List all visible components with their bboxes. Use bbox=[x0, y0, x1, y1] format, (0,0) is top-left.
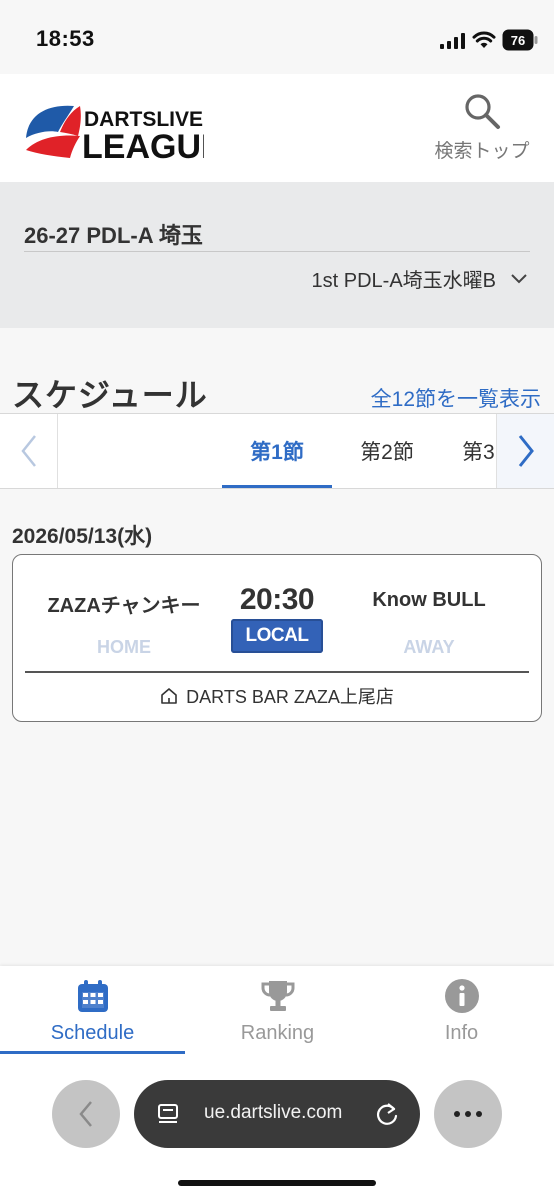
battery-icon: 76 bbox=[502, 29, 538, 51]
site-header: DARTSLIVE LEAGUE 検索トップ bbox=[0, 74, 554, 182]
wifi-icon bbox=[472, 31, 496, 48]
chevron-right-icon bbox=[518, 435, 534, 467]
nav-info[interactable]: Info bbox=[369, 966, 554, 1054]
division-select[interactable]: 1st PDL-A埼玉水曜B bbox=[312, 264, 528, 293]
nav-info-label: Info bbox=[444, 1022, 479, 1044]
match-card[interactable]: ZAZAチャンキー 20:30 Know BULL LOCAL HOME AWA… bbox=[12, 554, 542, 722]
nav-ranking-label: Ranking bbox=[240, 1022, 315, 1044]
trophy-icon bbox=[261, 981, 294, 1011]
battery-level: 76 bbox=[511, 33, 525, 48]
home-indicator bbox=[178, 1180, 376, 1186]
division-select-value: 1st PDL-A埼玉水曜B bbox=[311, 270, 496, 292]
match-time: 20:30 bbox=[239, 583, 315, 616]
tabs-prev-button[interactable] bbox=[0, 414, 58, 488]
local-badge: LOCAL bbox=[231, 619, 323, 653]
tab-week-3[interactable]: 第3 bbox=[462, 414, 496, 488]
chevron-down-icon bbox=[511, 273, 527, 283]
reload-icon[interactable] bbox=[374, 1101, 400, 1127]
show-all-weeks-link[interactable]: 全12節を一覧表示 bbox=[371, 383, 541, 413]
away-team-name: Know BULL bbox=[372, 589, 486, 611]
search-top-button[interactable]: 検索トップ bbox=[424, 92, 540, 168]
chevron-left-icon bbox=[20, 435, 36, 467]
tab-week-1[interactable]: 第1節 bbox=[222, 414, 332, 488]
logo-league-text: LEAGUE bbox=[82, 128, 204, 162]
match-venue[interactable]: DARTS BAR ZAZA上尾店 bbox=[13, 683, 541, 709]
url-text: ue.dartslive.com bbox=[204, 1102, 343, 1123]
address-bar[interactable]: ue.dartslive.com bbox=[134, 1080, 420, 1148]
home-icon bbox=[161, 688, 177, 704]
status-time: 18:53 bbox=[36, 26, 95, 51]
more-icon bbox=[454, 1111, 482, 1117]
tabs-overview-icon bbox=[158, 1104, 178, 1123]
browser-more-button[interactable] bbox=[434, 1080, 502, 1148]
divider bbox=[24, 251, 530, 252]
nav-ranking[interactable]: Ranking bbox=[185, 966, 370, 1054]
calendar-icon bbox=[77, 980, 108, 1012]
schedule-heading: スケジュール bbox=[12, 377, 208, 413]
match-date: 2026/05/13(水) bbox=[12, 525, 153, 548]
tabs-next-button[interactable] bbox=[496, 414, 554, 488]
cellular-signal-icon bbox=[440, 33, 465, 49]
dartslive-league-logo[interactable]: DARTSLIVE LEAGUE bbox=[22, 98, 204, 162]
nav-schedule[interactable]: Schedule bbox=[0, 966, 185, 1054]
search-top-label: 検索トップ bbox=[434, 141, 530, 162]
chevron-left-icon bbox=[79, 1101, 92, 1127]
nav-schedule-label: Schedule bbox=[50, 1022, 135, 1044]
card-divider bbox=[25, 671, 529, 673]
week-tabs: 第1節 第2節 第3 bbox=[0, 413, 554, 489]
league-panel: 26-27 PDL-A 埼玉 1st PDL-A埼玉水曜B bbox=[0, 182, 554, 328]
status-bar: 18:53 76 bbox=[0, 0, 554, 74]
away-label: AWAY bbox=[403, 637, 455, 657]
search-icon bbox=[465, 94, 500, 129]
browser-back-button[interactable] bbox=[52, 1080, 120, 1148]
home-label: HOME bbox=[97, 637, 151, 657]
info-icon bbox=[444, 979, 479, 1013]
tab-week-2[interactable]: 第2節 bbox=[332, 414, 442, 488]
home-team-name: ZAZAチャンキー bbox=[47, 595, 201, 617]
league-title: 26-27 PDL-A 埼玉 bbox=[24, 223, 203, 248]
venue-name: DARTS BAR ZAZA上尾店 bbox=[186, 687, 394, 707]
